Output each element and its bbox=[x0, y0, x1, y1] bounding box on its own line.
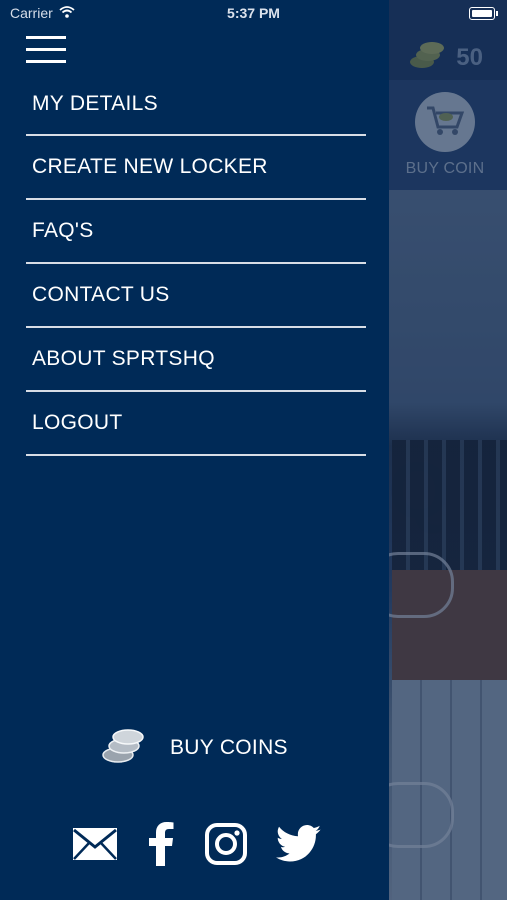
side-drawer: MY DETAILS CREATE NEW LOCKER FAQ'S CONTA… bbox=[0, 0, 389, 900]
social-links bbox=[72, 822, 322, 866]
menu-item-create-new-locker[interactable]: CREATE NEW LOCKER bbox=[26, 136, 366, 200]
battery-icon bbox=[469, 7, 498, 20]
instagram-icon[interactable] bbox=[204, 822, 248, 866]
mail-icon[interactable] bbox=[72, 827, 118, 861]
status-time: 5:37 PM bbox=[227, 5, 280, 21]
menu-item-about-sprtshq[interactable]: ABOUT SPRTSHQ bbox=[26, 328, 366, 392]
menu-item-contact-us[interactable]: CONTACT US bbox=[26, 264, 366, 328]
facebook-icon[interactable] bbox=[146, 822, 176, 866]
status-bar: Carrier 5:37 PM bbox=[0, 0, 507, 26]
menu-icon[interactable] bbox=[26, 36, 66, 64]
buy-coins-button[interactable]: BUY COINS bbox=[100, 725, 288, 770]
buy-coins-label: BUY COINS bbox=[170, 735, 288, 759]
menu-item-faqs[interactable]: FAQ'S bbox=[26, 200, 366, 264]
drawer-menu: MY DETAILS CREATE NEW LOCKER FAQ'S CONTA… bbox=[26, 74, 366, 456]
menu-item-logout[interactable]: LOGOUT bbox=[26, 392, 366, 456]
twitter-icon[interactable] bbox=[276, 825, 322, 863]
menu-item-my-details[interactable]: MY DETAILS bbox=[26, 74, 366, 136]
coins-icon bbox=[100, 725, 146, 770]
